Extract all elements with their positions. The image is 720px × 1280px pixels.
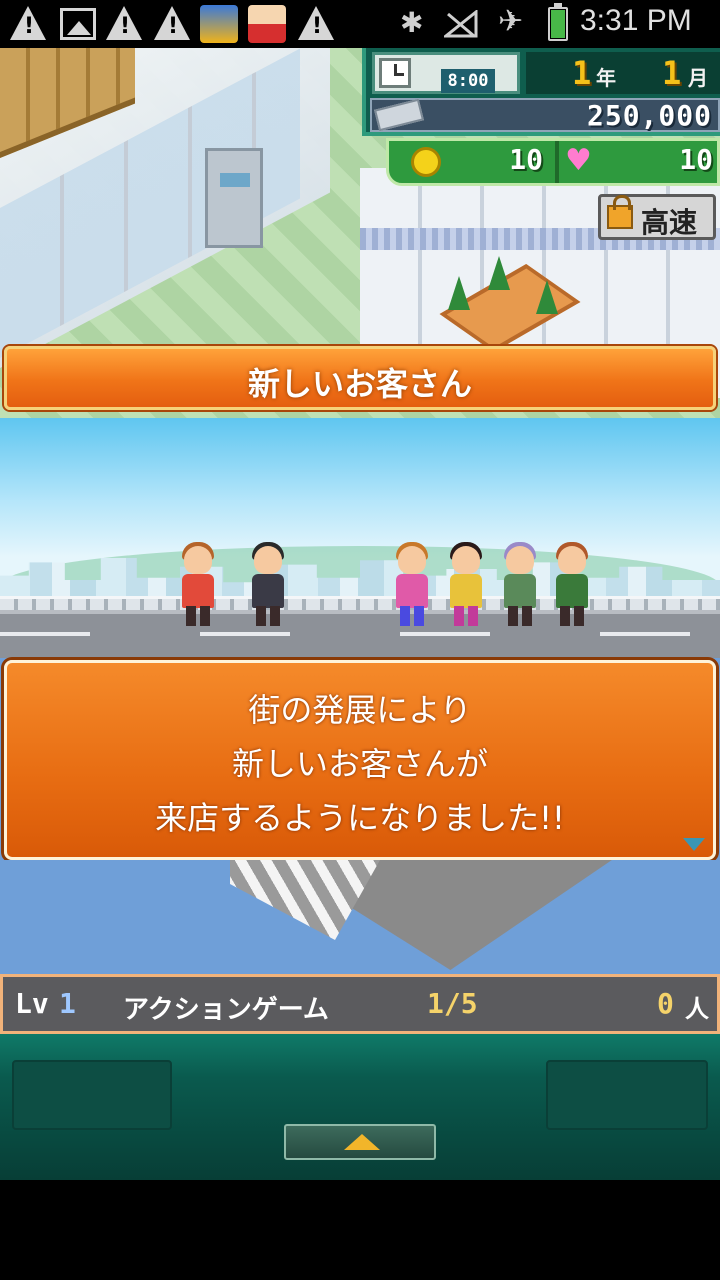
no-signal-icon [444, 10, 478, 38]
road [0, 610, 720, 658]
coin-icon [411, 147, 441, 177]
points-display: 10 ♥ 10 [386, 138, 720, 186]
warning-icon [10, 6, 46, 40]
guard-rail [0, 596, 720, 610]
bluetooth-icon: ✱ [400, 6, 424, 39]
category-progress: 1/5 [427, 987, 478, 1020]
coin-value: 10 [509, 143, 543, 176]
money-icon [374, 98, 424, 132]
month-unit: 月 [688, 66, 708, 90]
hud-panel: 8:00 1 年 1 月 250,000 [362, 48, 720, 136]
clock-time: 8:00 [441, 69, 495, 93]
crosswalk [230, 860, 380, 940]
arrow-up-icon [344, 1134, 380, 1150]
tree-icon [536, 280, 558, 314]
level-label: Lv [15, 987, 49, 1020]
customer-sprite [498, 542, 542, 628]
dialog-line: 新しいお客さんが [231, 745, 488, 783]
dialog-line: 街の発展により [248, 691, 472, 729]
menu-slot-right[interactable] [546, 1060, 708, 1130]
clock-icon [379, 58, 411, 88]
dialog-line: 来店するようになりました!! [155, 799, 565, 837]
customer-sprite [444, 542, 488, 628]
game-screen[interactable]: 8:00 1 年 1 月 250,000 10 ♥ 10 高速 新しいお客さん [0, 48, 720, 1180]
expand-menu-button[interactable] [284, 1124, 436, 1160]
divider [555, 141, 559, 183]
year-unit: 年 [596, 66, 616, 90]
customer-sprite [176, 542, 220, 628]
customer-sprite [390, 542, 434, 628]
money-display: 250,000 [370, 98, 720, 132]
customer-sprite [246, 542, 290, 628]
warning-icon [106, 6, 142, 40]
crayon-shin-chan-app-icon [248, 5, 286, 43]
event-title-banner: 新しいお客さん [4, 346, 716, 410]
tree-icon [488, 256, 510, 290]
bottom-menu-panel [0, 1034, 720, 1180]
clock-display: 8:00 [372, 52, 520, 94]
category-name: アクションゲーム [123, 995, 329, 1025]
continue-arrow-icon [683, 838, 705, 851]
tree-icon [448, 276, 470, 310]
speed-button[interactable]: 高速 [598, 194, 716, 240]
mall-ground [0, 860, 720, 970]
battery-charging-icon [548, 3, 568, 41]
heart-icon: ♥ [565, 143, 592, 178]
airplane-mode-icon: ✈ [498, 4, 524, 39]
image-icon [60, 8, 96, 40]
month-value: 1 [662, 54, 682, 92]
mall-door [205, 148, 263, 248]
warning-icon [298, 6, 334, 40]
status-bar: ✱ ✈ 3:31 PM [0, 0, 720, 48]
year-value: 1 [572, 54, 592, 92]
status-time: 3:31 PM [580, 4, 692, 37]
street-scene [0, 418, 720, 658]
money-value: 250,000 [586, 99, 712, 132]
level-value: 1 [59, 987, 76, 1020]
customer-sprite [550, 542, 594, 628]
speed-button-label: 高速 [641, 206, 698, 239]
warning-icon [154, 6, 190, 40]
lock-icon [607, 195, 633, 229]
bingo-app-icon [200, 5, 238, 43]
status-hud: 8:00 1 年 1 月 250,000 10 ♥ 10 [362, 48, 720, 188]
heart-value: 10 [679, 143, 713, 176]
date-display: 1 年 1 月 [526, 52, 720, 94]
visitor-unit: 人 [685, 995, 709, 1023]
event-title: 新しいお客さん [247, 365, 472, 403]
message-dialog[interactable]: 街の発展により 新しいお客さんが 来店するようになりました!! [4, 660, 716, 860]
category-level-bar[interactable]: Lv 1 アクションゲーム 1/5 0 人 [0, 974, 720, 1034]
visitor-count: 0 [657, 987, 674, 1020]
menu-slot-left[interactable] [12, 1060, 172, 1130]
